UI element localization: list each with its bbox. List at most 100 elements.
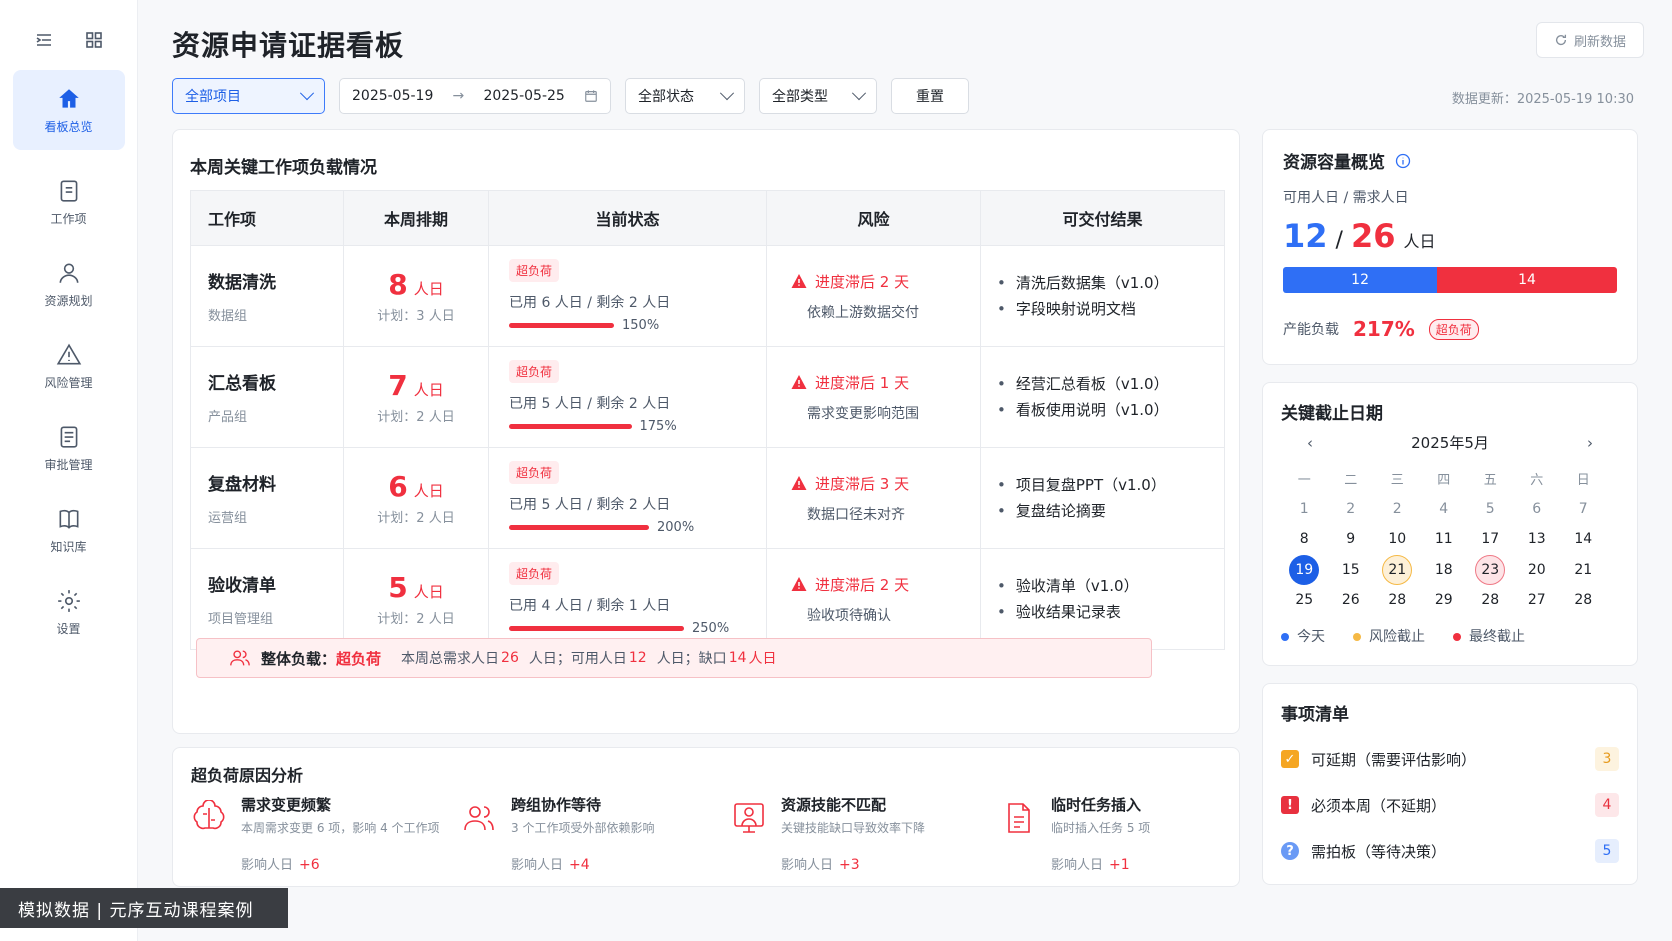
- sidebar-item-approval[interactable]: 审批管理: [13, 414, 125, 482]
- deliverable-list: 验收清单（v1.0）验收结果记录表: [997, 573, 1224, 625]
- sidebar-item-risk[interactable]: 风险管理: [13, 332, 125, 400]
- planned-days: 计划：3 人日: [377, 309, 455, 324]
- sidebar-item-work[interactable]: 工作项: [13, 168, 125, 236]
- app: 看板总览 工作项 资源规划 风险管理 审批管理 知识库 设置 资源申请证据看板: [0, 0, 1672, 941]
- project-select[interactable]: 全部项目: [172, 78, 325, 114]
- question-icon: ?: [1281, 842, 1299, 860]
- table-row[interactable]: 复盘材料 运营组 6 人日 计划：2 人日 超负荷 已用 5 人日 / 剩余 2 人日 2…: [190, 447, 1225, 549]
- sidebar-item-settings[interactable]: 设置: [13, 578, 125, 646]
- calendar-day-number: 21: [1382, 554, 1413, 585]
- deadline-calendar-card: 关键截止日期 ‹ 2025年5月 › 一 二 三 四 五 六 日 1 2 2 4 5 6 7 8 9 10 11 1…: [1262, 382, 1638, 666]
- calendar-day-number: 25: [1295, 592, 1314, 609]
- calendar-day[interactable]: 21: [1560, 555, 1607, 586]
- todo-item[interactable]: ! 必须本周（不延期） 4: [1281, 793, 1619, 817]
- capacity-unit: 人日: [1403, 232, 1436, 251]
- status-badge: 超负荷: [509, 360, 560, 383]
- calendar-day[interactable]: 28: [1374, 585, 1421, 616]
- summary-unit: 人日: [748, 651, 777, 667]
- capacity-numbers: 12 / 26 人日: [1283, 217, 1617, 255]
- calendar-day[interactable]: 28: [1467, 585, 1514, 616]
- calendar-day[interactable]: 18: [1421, 555, 1468, 586]
- calendar-day[interactable]: 4: [1421, 494, 1468, 525]
- todo-count: 4: [1595, 793, 1619, 817]
- calendar-month: 2025年5月: [1411, 434, 1489, 452]
- sidebar-item-resource[interactable]: 资源规划: [13, 250, 125, 318]
- risk-detail: 验收项待确认: [807, 607, 891, 624]
- days-unit: 人日: [413, 583, 444, 601]
- table-row[interactable]: 汇总看板 产品组 7 人日 计划：2 人日 超负荷 已用 5 人日 / 剩余 2 人日 1…: [190, 346, 1225, 448]
- sidebar-item-overview[interactable]: 看板总览: [12, 70, 125, 150]
- calendar-day[interactable]: 6: [1514, 494, 1561, 525]
- overall-load-summary: 整体负载： 超负荷 本周总需求人日 26 人日；可用人日 12 人日；缺口 14 人日: [196, 638, 1152, 678]
- calendar-legend: 今天 风险截止 最终截止: [1281, 626, 1619, 646]
- deliverable-list: 经营汇总看板（v1.0）看板使用说明（v1.0）: [997, 371, 1224, 423]
- todo-count: 5: [1595, 839, 1619, 863]
- weekday-label: 四: [1437, 472, 1451, 488]
- calendar-day[interactable]: 8: [1281, 524, 1328, 555]
- column-header: 工作项: [190, 190, 344, 246]
- calendar-day-number: 15: [1341, 561, 1360, 578]
- load-status-badge: 超负荷: [1428, 318, 1479, 340]
- scheduled-days: 6: [388, 470, 408, 503]
- file-icon: [60, 179, 77, 202]
- calendar-day[interactable]: 2: [1374, 494, 1421, 525]
- calendar-day[interactable]: 21: [1374, 554, 1421, 586]
- calendar-day[interactable]: 23: [1467, 554, 1514, 586]
- load-progress-bar: [509, 626, 684, 631]
- analysis-name: 需求变更频繁: [241, 796, 332, 814]
- calendar-day[interactable]: 2: [1328, 494, 1375, 525]
- calendar-day[interactable]: 15: [1328, 555, 1375, 586]
- calendar-day[interactable]: 14: [1560, 524, 1607, 555]
- calendar-day[interactable]: 13: [1514, 524, 1561, 555]
- calendar-day[interactable]: 17: [1467, 524, 1514, 555]
- alert-icon: !: [1281, 796, 1299, 814]
- reset-button[interactable]: 重置: [891, 78, 969, 114]
- sidebar-item-label: 资源规划: [44, 293, 93, 308]
- table-row[interactable]: 验收清单 项目管理组 5 人日 计划：2 人日 超负荷 已用 4 人日 / 剩余 1 人…: [190, 548, 1225, 650]
- date-range-picker[interactable]: 2025-05-19 → 2025-05-25: [339, 78, 611, 114]
- usage-text: 已用 5 人日 / 剩余 2 人日: [509, 396, 671, 412]
- calendar-day[interactable]: 25: [1281, 585, 1328, 616]
- calendar-day-number: 7: [1578, 500, 1588, 517]
- chevron-left-icon[interactable]: ‹: [1307, 434, 1313, 452]
- calendar-day-number: 11: [1434, 531, 1453, 548]
- chevron-right-icon[interactable]: ›: [1587, 434, 1593, 452]
- legend-today: 今天: [1281, 626, 1325, 646]
- calendar-day[interactable]: 11: [1421, 524, 1468, 555]
- analysis-title: 超负荷原因分析: [191, 766, 304, 785]
- collapse-menu-icon[interactable]: [34, 30, 54, 70]
- sidebar-item-label: 看板总览: [44, 119, 93, 134]
- calendar-day[interactable]: 27: [1514, 585, 1561, 616]
- type-select[interactable]: 全部类型: [759, 78, 877, 114]
- calendar-day[interactable]: 26: [1328, 585, 1375, 616]
- info-icon[interactable]: [1395, 153, 1411, 169]
- todo-item[interactable]: ✓ 可延期（需要评估影响） 3: [1281, 747, 1619, 771]
- work-item-team: 运营组: [208, 511, 248, 526]
- calendar-day[interactable]: 1: [1281, 494, 1328, 525]
- todo-item[interactable]: ? 需拍板（等待决策） 5: [1281, 839, 1619, 863]
- calendar-day[interactable]: 5: [1467, 494, 1514, 525]
- calendar-day-number: 6: [1532, 500, 1542, 517]
- sidebar-item-knowledge[interactable]: 知识库: [13, 496, 125, 564]
- grid-view-icon[interactable]: [84, 30, 104, 70]
- sidebar-item-label: 工作项: [50, 211, 87, 226]
- calendar-day[interactable]: 9: [1328, 524, 1375, 555]
- calendar-day[interactable]: 29: [1421, 585, 1468, 616]
- table-row[interactable]: 数据清洗 数据组 8 人日 计划：3 人日 超负荷 已用 6 人日 / 剩余 2 人日 1…: [190, 245, 1225, 347]
- calendar-day[interactable]: 19: [1281, 554, 1328, 586]
- load-percent: 200%: [657, 520, 695, 535]
- load-percent: 150%: [622, 318, 660, 333]
- calendar-day-number: 28: [1574, 592, 1593, 609]
- status-select[interactable]: 全部状态: [625, 78, 745, 114]
- calendar-day[interactable]: 7: [1560, 494, 1607, 525]
- status-badge: 超负荷: [509, 562, 560, 585]
- calendar-day[interactable]: 10: [1374, 524, 1421, 555]
- summary-status: 超负荷: [336, 649, 382, 668]
- column-header: 当前状态: [488, 190, 767, 246]
- calendar-day[interactable]: 28: [1560, 585, 1607, 616]
- calendar-day[interactable]: 20: [1514, 555, 1561, 586]
- todo-card: 事项清单 ✓ 可延期（需要评估影响） 3 ! 必须本周（不延期） 4 ? 需拍板…: [1262, 683, 1638, 885]
- analysis-list: 需求变更频繁 本周需求变更 6 项，影响 4 个工作项 影响人日 +6 跨组协作等待 3…: [191, 794, 1271, 873]
- refresh-button[interactable]: 刷新数据: [1536, 22, 1644, 58]
- refresh-label: 刷新数据: [1573, 34, 1626, 50]
